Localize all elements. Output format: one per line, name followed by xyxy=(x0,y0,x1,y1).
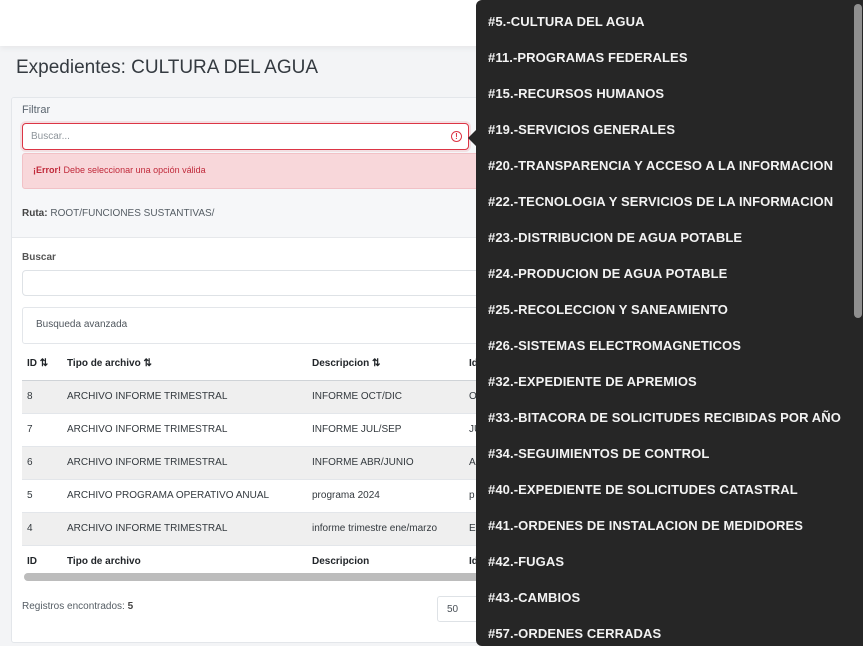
error-alert: ¡Error! Debe seleccionar una opción váli… xyxy=(22,153,492,189)
dropdown-option[interactable]: #22.-TECNOLOGIA Y SERVICIOS DE LA INFORM… xyxy=(476,184,852,220)
table-row[interactable]: 5 ARCHIVO PROGRAMA OPERATIVO ANUAL progr… xyxy=(22,479,502,513)
dropdown-option[interactable]: #25.-RECOLECCION Y SANEAMIENTO xyxy=(476,292,852,328)
table-header-row: ID ⇅ Tipo de archivo ⇅ Descripcion ⇅ Id xyxy=(22,347,502,381)
cell-tipo: ARCHIVO PROGRAMA OPERATIVO ANUAL xyxy=(62,479,307,513)
dropdown-list: #5.-CULTURA DEL AGUA #11.-PROGRAMAS FEDE… xyxy=(476,4,852,646)
cell-id: 4 xyxy=(22,512,62,546)
dropdown-option[interactable]: #32.-EXPEDIENTE DE APREMIOS xyxy=(476,364,852,400)
records-label: Registros encontrados: xyxy=(22,601,125,612)
cell-tipo: ARCHIVO INFORME TRIMESTRAL xyxy=(62,380,307,414)
dropdown-option[interactable]: #20.-TRANSPARENCIA Y ACCESO A LA INFORMA… xyxy=(476,148,852,184)
cell-descripcion: INFORME ABR/JUNIO xyxy=(307,446,464,480)
cell-tipo: ARCHIVO INFORME TRIMESTRAL xyxy=(62,413,307,447)
dropdown-option[interactable]: #5.-CULTURA DEL AGUA xyxy=(476,4,852,40)
cell-descripcion: INFORME OCT/DIC xyxy=(307,380,464,414)
table-row[interactable]: 6 ARCHIVO INFORME TRIMESTRAL INFORME ABR… xyxy=(22,446,502,480)
cell-descripcion: programa 2024 xyxy=(307,479,464,513)
dropdown-option[interactable]: #34.-SEGUIMIENTOS DE CONTROL xyxy=(476,436,852,472)
column-header-id[interactable]: ID ⇅ xyxy=(22,347,62,381)
column-header-tipo[interactable]: Tipo de archivo ⇅ xyxy=(62,347,307,381)
ruta-label: Ruta: xyxy=(22,208,48,219)
buscar-input[interactable] xyxy=(22,270,492,296)
table-row[interactable]: 7 ARCHIVO INFORME TRIMESTRAL INFORME JUL… xyxy=(22,413,502,447)
filter-search-input[interactable] xyxy=(23,124,468,149)
expediente-dropdown-menu: #5.-CULTURA DEL AGUA #11.-PROGRAMAS FEDE… xyxy=(476,0,863,646)
buscar-label: Buscar xyxy=(22,252,56,263)
error-alert-message: Debe seleccionar una opción válida xyxy=(63,165,206,175)
dropdown-option[interactable]: #26.-SISTEMAS ELECTROMAGNETICOS xyxy=(476,328,852,364)
horizontal-scrollbar-thumb[interactable] xyxy=(24,573,502,581)
dropdown-option[interactable]: #40.-EXPEDIENTE DE SOLICITUDES CATASTRAL xyxy=(476,472,852,508)
cell-id: 5 xyxy=(22,479,62,513)
error-icon: ! xyxy=(451,131,462,142)
cell-id: 8 xyxy=(22,380,62,414)
dropdown-option[interactable]: #42.-FUGAS xyxy=(476,544,852,580)
error-alert-strong: ¡Error! xyxy=(33,165,62,175)
table-row[interactable]: 4 ARCHIVO INFORME TRIMESTRAL informe tri… xyxy=(22,512,502,546)
filter-search-field[interactable]: ! xyxy=(22,123,469,150)
dropdown-option[interactable]: #19.-SERVICIOS GENERALES xyxy=(476,112,852,148)
dropdown-option[interactable]: #57.-ORDENES CERRADAS xyxy=(476,616,852,646)
expedientes-table: ID ⇅ Tipo de archivo ⇅ Descripcion ⇅ Id … xyxy=(22,347,502,578)
ruta-value: ROOT/FUNCIONES SUSTANTIVAS/ xyxy=(50,208,215,219)
column-header-descripcion[interactable]: Descripcion ⇅ xyxy=(307,347,464,381)
dropdown-option[interactable]: #15.-RECURSOS HUMANOS xyxy=(476,76,852,112)
dropdown-option[interactable]: #23.-DISTRIBUCION DE AGUA POTABLE xyxy=(476,220,852,256)
dropdown-option[interactable]: #43.-CAMBIOS xyxy=(476,580,852,616)
breadcrumb: Ruta: ROOT/FUNCIONES SUSTANTIVAS/ xyxy=(22,208,214,219)
advanced-search-toggle[interactable]: Busqueda avanzada xyxy=(22,307,492,344)
cell-tipo: ARCHIVO INFORME TRIMESTRAL xyxy=(62,446,307,480)
horizontal-scrollbar[interactable] xyxy=(24,573,502,581)
cell-id: 6 xyxy=(22,446,62,480)
cell-descripcion: INFORME JUL/SEP xyxy=(307,413,464,447)
dropdown-option[interactable]: #11.-PROGRAMAS FEDERALES xyxy=(476,40,852,76)
cell-id: 7 xyxy=(22,413,62,447)
table-row[interactable]: 8 ARCHIVO INFORME TRIMESTRAL INFORME OCT… xyxy=(22,380,502,414)
cell-descripcion: informe trimestre ene/marzo xyxy=(307,512,464,546)
records-value: 5 xyxy=(127,601,134,612)
filter-label: Filtrar xyxy=(22,104,51,116)
dropdown-option[interactable]: #24.-PRODUCION DE AGUA POTABLE xyxy=(476,256,852,292)
dropdown-scrollbar[interactable] xyxy=(854,4,862,318)
dropdown-option[interactable]: #41.-ORDENES DE INSTALACION DE MEDIDORES xyxy=(476,508,852,544)
cell-tipo: ARCHIVO INFORME TRIMESTRAL xyxy=(62,512,307,546)
page-title: Expedientes: CULTURA DEL AGUA xyxy=(16,57,319,78)
records-count: Registros encontrados: 5 xyxy=(22,601,133,612)
dropdown-caret xyxy=(468,130,476,146)
filter-panel: Filtrar ! ¡Error! Debe seleccionar una o… xyxy=(12,98,510,238)
expedientes-card: Filtrar ! ¡Error! Debe seleccionar una o… xyxy=(11,97,511,643)
dropdown-option[interactable]: #33.-BITACORA DE SOLICITUDES RECIBIDAS P… xyxy=(476,400,852,436)
